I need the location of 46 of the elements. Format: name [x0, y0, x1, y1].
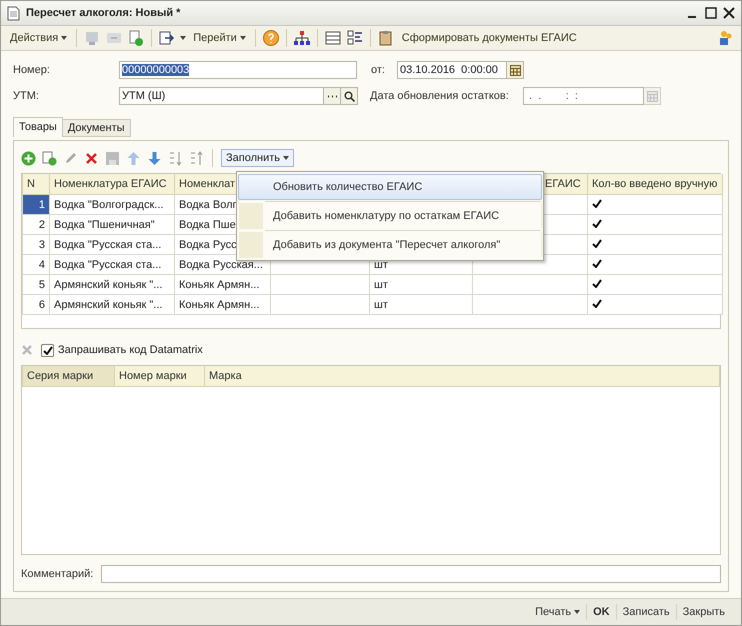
- table-cell: шт: [370, 274, 472, 294]
- row-number: 5: [22, 274, 50, 294]
- row-number: 2: [22, 214, 50, 234]
- actions-menu[interactable]: Действия: [7, 30, 70, 46]
- datamatrix-checkbox[interactable]: Запрашивать код Datamatrix: [41, 344, 203, 356]
- table-cell: Водка "Волгоградск...: [50, 194, 174, 214]
- row-number: 3: [22, 234, 50, 254]
- footer-button[interactable]: OK: [586, 604, 616, 620]
- column-header[interactable]: Номенклатура ЕГАИС: [50, 174, 174, 194]
- table-cell: Коньяк Армян...: [174, 274, 270, 294]
- table-cell: Водка "Русская ста...: [50, 234, 174, 254]
- tab[interactable]: Товары: [13, 117, 63, 137]
- egais-button[interactable]: Сформировать документы ЕГАИС: [398, 30, 580, 46]
- menu-item[interactable]: Добавить из документа "Пересчет алкоголя": [238, 232, 542, 258]
- menu-item[interactable]: Добавить номенклатуру по остаткам ЕГАИС: [238, 203, 542, 229]
- goto-menu[interactable]: Перейти: [190, 30, 249, 46]
- row-number: 4: [22, 254, 50, 274]
- number-label: Номер:: [13, 64, 51, 76]
- footer-button[interactable]: Закрыть: [676, 604, 731, 620]
- date-label: от:: [371, 64, 386, 76]
- column-header[interactable]: Марка: [204, 366, 720, 386]
- table-cell: Армянский коньяк "...: [50, 294, 174, 314]
- table-cell: Водка "Русская ста...: [50, 254, 174, 274]
- utm-field[interactable]: УТМ (Ш): [119, 87, 324, 105]
- date-field[interactable]: 03.10.2016 0:00:00: [397, 61, 507, 79]
- column-header[interactable]: Номер марки: [114, 366, 204, 386]
- comment-label: Комментарий:: [21, 568, 94, 580]
- table-cell: Армянский коньяк "...: [50, 274, 174, 294]
- column-header[interactable]: Кол-во введено вручную: [588, 174, 722, 194]
- stock-date-field[interactable]: . . : :: [523, 87, 644, 105]
- tab[interactable]: Документы: [62, 119, 131, 137]
- window-title: Пересчет алкоголя: Новый *: [26, 7, 182, 19]
- row-number: 6: [22, 294, 50, 314]
- table-cell: шт: [370, 294, 472, 314]
- footer-button[interactable]: Записать: [616, 604, 676, 620]
- fill-menu[interactable]: Заполнить: [221, 149, 294, 167]
- menu-item[interactable]: Обновить количество ЕГАИС: [238, 174, 542, 200]
- column-header[interactable]: N: [22, 174, 50, 194]
- column-header[interactable]: Серия марки: [22, 366, 114, 386]
- table-cell: Водка "Пшеничная": [50, 214, 174, 234]
- table-cell: Коньяк Армян...: [174, 294, 270, 314]
- print-menu[interactable]: Печать: [529, 604, 586, 620]
- stock-date-label: Дата обновления остатков:: [370, 90, 510, 102]
- utm-label: УТМ:: [13, 90, 40, 102]
- row-number: 1: [22, 194, 50, 214]
- number-field[interactable]: 00000000003: [119, 61, 357, 79]
